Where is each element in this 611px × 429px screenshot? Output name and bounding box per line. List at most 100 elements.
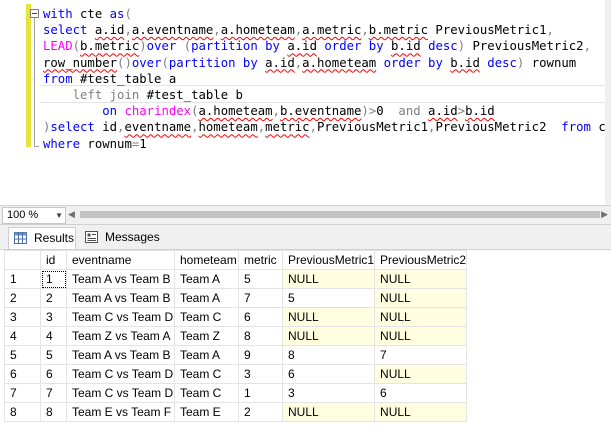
table-cell[interactable]: 6 bbox=[238, 307, 283, 327]
table-cell[interactable]: 1 bbox=[238, 383, 283, 403]
code-token: b.id bbox=[450, 55, 480, 70]
table-cell[interactable]: 4 bbox=[40, 326, 67, 346]
row-number[interactable]: 8 bbox=[4, 402, 41, 422]
table-cell[interactable]: 6 bbox=[40, 364, 67, 384]
table-cell[interactable]: Team C vs Team D bbox=[66, 383, 175, 403]
column-header[interactable]: eventname bbox=[66, 250, 175, 270]
table-cell[interactable]: 3 bbox=[281, 383, 376, 403]
table-cell[interactable]: Team A bbox=[174, 269, 239, 289]
table-cell[interactable]: 8 bbox=[238, 326, 283, 346]
scroll-right-icon[interactable]: ▶ bbox=[601, 208, 608, 221]
row-number[interactable]: 2 bbox=[4, 288, 41, 308]
table-cell[interactable]: 2 bbox=[238, 402, 283, 422]
column-header[interactable]: metric bbox=[238, 250, 283, 270]
code-line[interactable]: select a.id,a.eventname,a.hometeam,a.met… bbox=[43, 22, 611, 38]
table-cell[interactable]: NULL bbox=[281, 326, 376, 346]
table-cell[interactable]: Team C vs Team D bbox=[66, 364, 175, 384]
code-token: a.id bbox=[265, 55, 295, 70]
table-cell[interactable]: Team C bbox=[174, 383, 239, 403]
table-cell[interactable]: NULL bbox=[374, 288, 468, 308]
table-cell[interactable]: Team A vs Team B bbox=[66, 345, 175, 365]
table-row[interactable]: 4 4 Team Z vs Team A Team Z 8 NULL NULL bbox=[4, 326, 468, 346]
query-editor[interactable]: with cte as(select a.id,a.eventname,a.ho… bbox=[0, 0, 611, 205]
table-row[interactable]: 8 8 Team E vs Team F Team E 2 NULL NULL bbox=[4, 402, 468, 422]
table-cell[interactable]: 9 bbox=[238, 345, 283, 365]
table-cell[interactable]: Team Z bbox=[174, 326, 239, 346]
table-cell[interactable]: Team E vs Team F bbox=[66, 402, 175, 422]
table-cell[interactable]: Team C bbox=[174, 307, 239, 327]
table-cell[interactable]: NULL bbox=[374, 307, 468, 327]
code-line[interactable]: left join #test_table b bbox=[43, 87, 611, 103]
editor-horizontal-scrollbar[interactable]: ◀ ▶ bbox=[68, 208, 608, 221]
row-number[interactable]: 4 bbox=[4, 326, 41, 346]
table-cell[interactable]: Team C bbox=[174, 364, 239, 384]
table-cell[interactable]: NULL bbox=[374, 326, 468, 346]
table-cell[interactable]: Team Z vs Team A bbox=[66, 326, 175, 346]
table-cell[interactable]: NULL bbox=[374, 364, 468, 384]
table-cell[interactable]: 3 bbox=[40, 307, 67, 327]
table-cell[interactable]: 5 bbox=[281, 288, 376, 308]
code-line[interactable]: )select id,eventname,hometeam,metric,Pre… bbox=[43, 119, 611, 135]
table-cell[interactable]: Team E bbox=[174, 402, 239, 422]
code-token: , bbox=[213, 23, 221, 38]
collapse-icon[interactable] bbox=[30, 9, 39, 18]
row-number[interactable]: 1 bbox=[4, 269, 41, 289]
tab-results[interactable]: Results bbox=[8, 227, 76, 249]
chevron-down-icon[interactable]: ▼ bbox=[51, 208, 63, 223]
table-cell[interactable]: Team A vs Team B bbox=[66, 269, 175, 289]
table-row[interactable]: 1 1 Team A vs Team B Team A 5 NULL NULL bbox=[4, 269, 468, 289]
column-header[interactable]: PreviousMetric2 bbox=[374, 250, 468, 270]
line-gutter bbox=[0, 0, 24, 205]
table-cell[interactable]: Team A bbox=[174, 288, 239, 308]
table-cell[interactable]: Team A vs Team B bbox=[66, 288, 175, 308]
code-line[interactable]: where rownum=1 bbox=[43, 136, 611, 152]
code-line[interactable]: from #test_table a bbox=[43, 71, 611, 87]
table-cell[interactable]: NULL bbox=[374, 269, 468, 289]
table-cell[interactable]: NULL bbox=[374, 402, 468, 422]
scrollbar-thumb[interactable] bbox=[80, 211, 600, 218]
row-number[interactable]: 3 bbox=[4, 307, 41, 327]
table-cell[interactable]: 7 bbox=[374, 345, 468, 365]
table-cell[interactable]: NULL bbox=[281, 402, 376, 422]
column-header[interactable]: hometeam bbox=[174, 250, 239, 270]
table-cell[interactable]: Team C vs Team D bbox=[66, 307, 175, 327]
table-row[interactable]: 3 3 Team C vs Team D Team C 6 NULL NULL bbox=[4, 307, 468, 327]
code-line[interactable]: row_number()over(partition by a.id,a.hom… bbox=[43, 55, 611, 71]
table-cell[interactable]: 5 bbox=[238, 269, 283, 289]
zoom-select[interactable]: 100 % ▼ bbox=[2, 207, 66, 224]
editor-vertical-scrollbar[interactable] bbox=[605, 0, 611, 205]
tab-messages[interactable]: Messages bbox=[80, 227, 160, 248]
code-token: b.id bbox=[465, 104, 495, 119]
code-line[interactable]: on charindex(a.hometeam,b.eventname)>0 a… bbox=[43, 103, 611, 119]
table-row[interactable]: 2 2 Team A vs Team B Team A 7 5 NULL bbox=[4, 288, 468, 308]
fold-guide bbox=[34, 18, 35, 146]
code-token: eventname bbox=[124, 120, 192, 135]
table-cell[interactable]: 3 bbox=[238, 364, 283, 384]
table-cell[interactable]: 6 bbox=[281, 364, 376, 384]
table-cell[interactable]: 6 bbox=[374, 383, 468, 403]
code-token: b.eventname bbox=[279, 104, 362, 119]
row-number[interactable]: 6 bbox=[4, 364, 41, 384]
table-row[interactable]: 5 5 Team A vs Team B Team A987 bbox=[4, 345, 468, 365]
table-cell[interactable]: 7 bbox=[238, 288, 283, 308]
table-cell[interactable]: NULL bbox=[281, 269, 376, 289]
sql-code[interactable]: with cte as(select a.id,a.eventname,a.ho… bbox=[43, 6, 611, 152]
table-cell[interactable]: 5 bbox=[40, 345, 67, 365]
table-cell[interactable]: 8 bbox=[281, 345, 376, 365]
table-cell[interactable]: 2 bbox=[40, 288, 67, 308]
row-number-header[interactable] bbox=[4, 250, 41, 270]
column-header[interactable]: id bbox=[40, 250, 67, 270]
code-line[interactable]: LEAD(b.metric)over (partition by a.id or… bbox=[43, 38, 611, 54]
code-line[interactable]: with cte as( bbox=[43, 6, 611, 22]
table-cell[interactable]: 7 bbox=[40, 383, 67, 403]
table-cell[interactable]: NULL bbox=[281, 307, 376, 327]
table-row[interactable]: 6 6 Team C vs Team D Team C 3 6 NULL bbox=[4, 364, 468, 384]
scroll-left-icon[interactable]: ◀ bbox=[68, 208, 75, 221]
row-number[interactable]: 7 bbox=[4, 383, 41, 403]
table-row[interactable]: 7 7 Team C vs Team D Team C136 bbox=[4, 383, 468, 403]
table-cell[interactable]: Team A bbox=[174, 345, 239, 365]
table-cell[interactable]: 8 bbox=[40, 402, 67, 422]
row-number[interactable]: 5 bbox=[4, 345, 41, 365]
column-header[interactable]: PreviousMetric1 bbox=[281, 250, 376, 270]
table-cell[interactable]: 1 bbox=[40, 269, 67, 289]
